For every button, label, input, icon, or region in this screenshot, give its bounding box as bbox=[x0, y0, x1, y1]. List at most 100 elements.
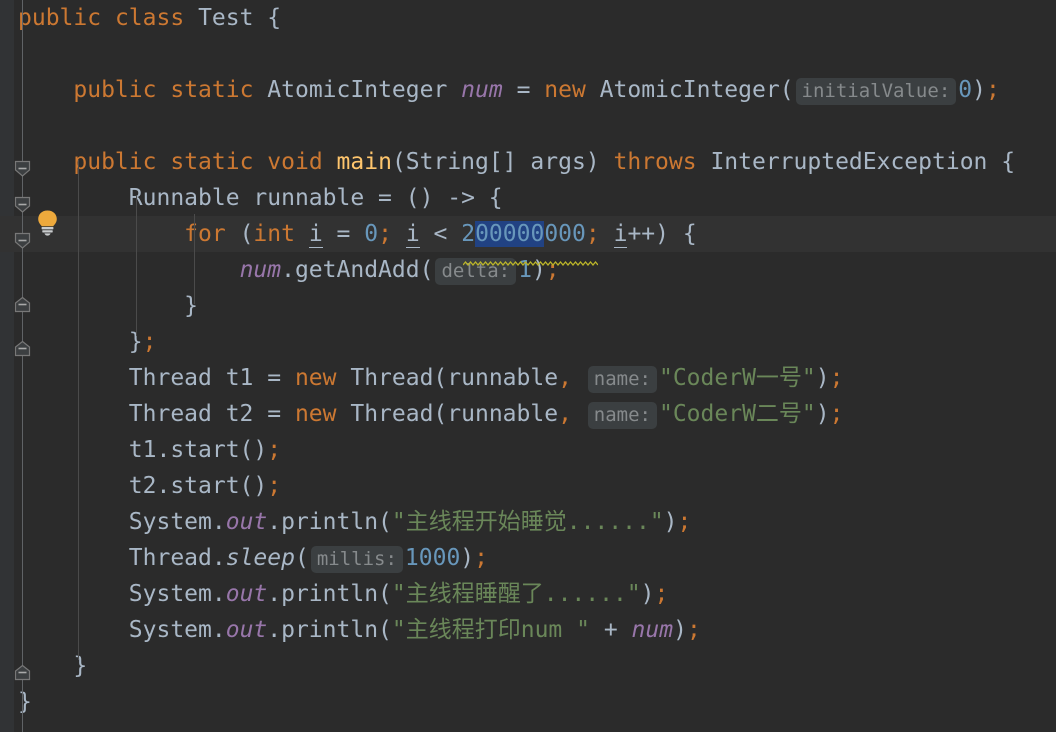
code-token: 000 bbox=[544, 221, 586, 247]
fold-end-icon[interactable] bbox=[14, 656, 31, 681]
fold-end-icon[interactable] bbox=[14, 332, 31, 357]
code-token: } bbox=[18, 689, 32, 715]
parameter-hint: delta: bbox=[435, 258, 517, 285]
code-line[interactable]: Thread.sleep(millis: 1000); bbox=[0, 540, 1056, 576]
code-token: .getAndAdd( bbox=[281, 257, 434, 283]
code-token: "主线程开始睡觉......" bbox=[391, 509, 664, 535]
fold-expanded-icon[interactable] bbox=[14, 188, 31, 213]
code-token: 1 bbox=[518, 257, 532, 283]
code-line[interactable]: public static void main(String[] args) t… bbox=[0, 144, 1056, 180]
code-token: { bbox=[253, 5, 282, 31]
indent-guide bbox=[136, 196, 137, 336]
code-token: static bbox=[170, 149, 254, 175]
code-token: ; bbox=[686, 617, 701, 643]
code-line[interactable]: Runnable runnable = () -> { bbox=[0, 180, 1056, 216]
code-token: public bbox=[73, 77, 157, 103]
code-token: ; bbox=[474, 545, 489, 571]
code-token: ; bbox=[267, 437, 282, 463]
fold-expanded-icon[interactable] bbox=[14, 224, 31, 249]
code-line[interactable]: t1.start(); bbox=[0, 432, 1056, 468]
code-line[interactable]: } bbox=[0, 288, 1056, 324]
code-token: public bbox=[73, 149, 157, 175]
code-line[interactable]: } bbox=[0, 648, 1056, 684]
code-token: ) bbox=[531, 257, 546, 283]
code-token: ; bbox=[545, 257, 560, 283]
code-token: ; bbox=[677, 509, 692, 535]
code-token: } bbox=[73, 653, 88, 679]
code-line[interactable]: public static AtomicInteger num = new At… bbox=[0, 72, 1056, 108]
code-line[interactable]: System.out.println("主线程打印num " + num); bbox=[0, 612, 1056, 648]
code-token: } bbox=[184, 293, 199, 319]
code-line[interactable]: Thread t1 = new Thread(runnable, name: "C… bbox=[0, 360, 1056, 396]
code-line[interactable]: num.getAndAdd(delta: 1); bbox=[0, 252, 1056, 288]
code-token: ++) { bbox=[627, 221, 697, 247]
code-line[interactable] bbox=[0, 108, 1056, 144]
code-token: i bbox=[308, 221, 323, 248]
code-token: Thread t2 = bbox=[128, 401, 295, 427]
lightbulb-icon[interactable] bbox=[33, 208, 62, 237]
fold-spine bbox=[22, 0, 23, 732]
code-token: (String[] args) bbox=[391, 149, 614, 175]
code-token: i bbox=[405, 221, 420, 248]
code-token: .println( bbox=[267, 581, 392, 607]
parameter-hint: millis: bbox=[310, 546, 403, 573]
code-token: sleep bbox=[225, 545, 295, 571]
code-line[interactable]: t2.start(); bbox=[0, 468, 1056, 504]
code-line[interactable]: }; bbox=[0, 324, 1056, 360]
code-token: .println( bbox=[267, 617, 392, 643]
code-token: i bbox=[613, 221, 628, 248]
code-line[interactable]: for (int i = 0; i < 200000000; i++) { bbox=[0, 216, 1056, 252]
code-token: ; bbox=[654, 581, 669, 607]
code-token: ) bbox=[460, 545, 475, 571]
code-token: ( bbox=[294, 545, 309, 571]
code-token: < bbox=[419, 221, 462, 247]
code-token: , bbox=[558, 365, 572, 391]
code-token: ) bbox=[972, 77, 986, 103]
code-token: new bbox=[294, 365, 337, 391]
code-token: ) bbox=[663, 509, 678, 535]
code-token: ; bbox=[142, 329, 157, 355]
code-token: throws bbox=[613, 149, 697, 175]
fold-expanded-icon[interactable] bbox=[14, 152, 31, 177]
code-surface[interactable]: public class Test { public static Atomic… bbox=[0, 0, 1056, 732]
code-token: Thread(runnable bbox=[336, 365, 559, 391]
code-token: 1000 bbox=[404, 545, 461, 571]
code-line[interactable]: public class Test { bbox=[0, 0, 1056, 36]
code-token: System. bbox=[128, 509, 226, 535]
code-token: + bbox=[589, 617, 632, 643]
code-line[interactable]: Thread t2 = new Thread(runnable, name: "C… bbox=[0, 396, 1056, 432]
code-token: "CoderW二号" bbox=[658, 401, 816, 427]
code-token: AtomicInteger bbox=[267, 77, 448, 103]
code-line[interactable] bbox=[0, 36, 1056, 72]
code-token: num bbox=[461, 77, 503, 103]
code-token: Test bbox=[198, 5, 254, 31]
code-line[interactable]: System.out.println("主线程开始睡觉......"); bbox=[0, 504, 1056, 540]
fold-end-icon[interactable] bbox=[14, 288, 31, 313]
code-token: 0 bbox=[958, 77, 973, 103]
code-line[interactable]: } bbox=[0, 684, 1056, 720]
code-token: InterruptedException { bbox=[696, 149, 1016, 175]
code-token: main bbox=[336, 149, 392, 175]
code-token: class bbox=[114, 5, 185, 31]
code-token: ; bbox=[585, 221, 600, 247]
code-token: new bbox=[294, 401, 337, 427]
code-token: "主线程打印num " bbox=[391, 617, 590, 643]
code-token: ) bbox=[673, 617, 687, 643]
code-line[interactable]: System.out.println("主线程睡醒了......"); bbox=[0, 576, 1056, 612]
code-editor[interactable]: public class Test { public static Atomic… bbox=[0, 0, 1056, 732]
